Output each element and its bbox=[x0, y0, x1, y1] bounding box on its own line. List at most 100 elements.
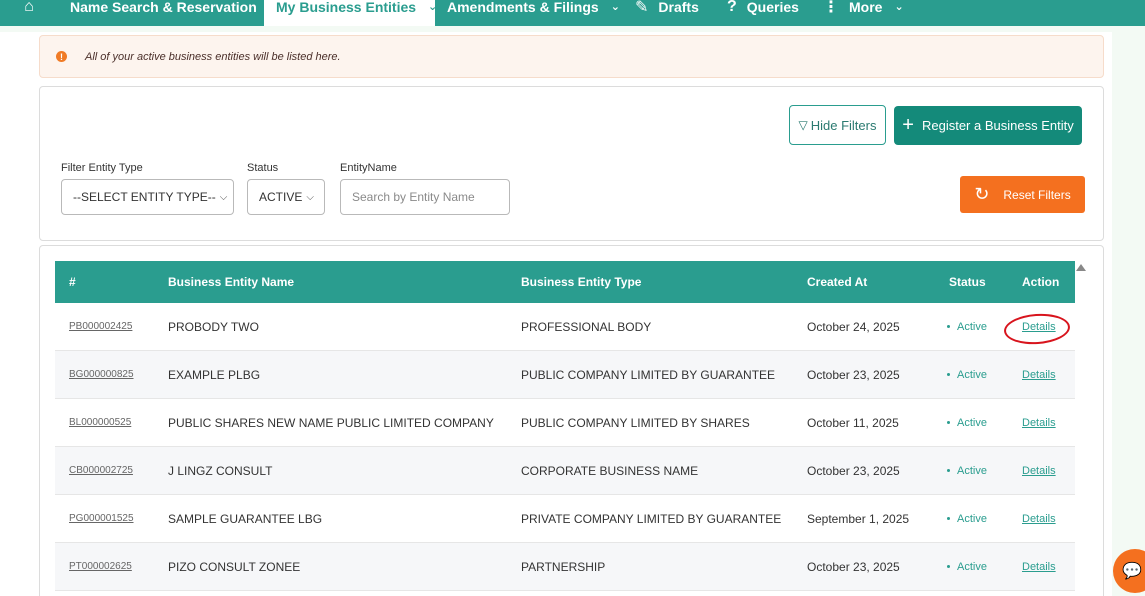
details-link[interactable]: Details bbox=[1022, 417, 1056, 429]
status-text: Active bbox=[957, 368, 987, 381]
refresh-icon: ↻ bbox=[974, 184, 990, 204]
status-text: Active bbox=[957, 416, 987, 429]
details-link[interactable]: Details bbox=[1022, 561, 1056, 573]
entity-name: PUBLIC SHARES NEW NAME PUBLIC LIMITED CO… bbox=[168, 415, 494, 430]
status-text: Active bbox=[957, 464, 987, 477]
created-at: October 23, 2025 bbox=[807, 367, 900, 382]
entity-type: PROFESSIONAL BODY bbox=[521, 319, 652, 334]
chevron-down-icon: ⌵ bbox=[219, 191, 228, 203]
nav-label: More bbox=[849, 0, 883, 15]
chevron-down-icon: ⌄ bbox=[610, 0, 620, 13]
details-link[interactable]: Details bbox=[1022, 465, 1056, 477]
entity-name: PROBODY TWO bbox=[168, 319, 259, 334]
nav-label: Name Search & Reservation bbox=[70, 0, 257, 15]
home-nav[interactable]: ⌂ bbox=[0, 0, 58, 26]
chat-icon: 💬 bbox=[1122, 563, 1142, 580]
reset-filters-label: Reset Filters bbox=[1003, 187, 1071, 202]
entity-name: EXAMPLE PLBG bbox=[168, 367, 261, 382]
entity-id-link[interactable]: CB000002725 bbox=[69, 465, 133, 476]
entity-type: PARTNERSHIP bbox=[521, 559, 606, 574]
nav-my-business-entities[interactable]: My Business Entities ⌄ bbox=[264, 0, 437, 26]
table-row: PB000002425 PROBODY TWO PROFESSIONAL BOD… bbox=[55, 303, 1075, 351]
home-icon: ⌂ bbox=[24, 0, 34, 15]
entity-type-label: Filter Entity Type bbox=[61, 162, 143, 174]
entity-name: PIZO CONSULT ZONEE bbox=[168, 559, 301, 574]
created-at: October 23, 2025 bbox=[807, 559, 900, 574]
column-header-status: Status bbox=[949, 275, 986, 289]
column-header-name: Business Entity Name bbox=[168, 275, 295, 289]
entities-table-panel: # Business Entity Name Business Entity T… bbox=[39, 245, 1104, 596]
more-vertical-icon: ⋮ bbox=[823, 0, 839, 16]
created-at: October 24, 2025 bbox=[807, 319, 900, 334]
scroll-up-arrow[interactable] bbox=[1076, 264, 1086, 271]
details-link[interactable]: Details bbox=[1022, 513, 1056, 525]
plus-icon: + bbox=[902, 114, 914, 136]
status-badge: Active bbox=[947, 303, 987, 350]
status-badge: Active bbox=[947, 399, 987, 446]
nav-label: Amendments & Filings bbox=[447, 0, 599, 15]
hide-filters-button[interactable]: ▽ Hide Filters bbox=[789, 105, 886, 145]
entity-type-value: --SELECT ENTITY TYPE-- bbox=[73, 190, 216, 204]
nav-name-search[interactable]: Name Search & Reservation ⌄ bbox=[58, 0, 278, 26]
nav-more[interactable]: ⋮ More ⌄ bbox=[811, 0, 907, 26]
nav-amendments-filings[interactable]: Amendments & Filings ⌄ bbox=[435, 0, 623, 26]
table-row: CB000002725 J LINGZ CONSULT CORPORATE BU… bbox=[55, 447, 1075, 495]
edit-icon: ✎ bbox=[635, 0, 649, 16]
column-header-created: Created At bbox=[807, 275, 868, 289]
entity-id-link[interactable]: BG000000825 bbox=[69, 369, 134, 380]
status-select[interactable]: ACTIVE ⌵ bbox=[247, 179, 325, 215]
status-text: Active bbox=[957, 560, 987, 573]
table-row: PG000001525 SAMPLE GUARANTEE LBG PRIVATE… bbox=[55, 495, 1075, 543]
register-entity-button[interactable]: + Register a Business Entity bbox=[894, 106, 1082, 145]
chevron-down-icon: ⌵ bbox=[306, 191, 314, 203]
filter-panel: ▽ Hide Filters + Register a Business Ent… bbox=[39, 86, 1104, 241]
hide-filters-label: Hide Filters bbox=[810, 117, 877, 133]
status-badge: Active bbox=[947, 495, 987, 542]
created-at: October 11, 2025 bbox=[807, 415, 899, 430]
top-navigation: ⌂ Name Search & Reservation ⌄ My Busines… bbox=[0, 0, 1145, 26]
entity-id-link[interactable]: PT000002625 bbox=[69, 561, 132, 572]
column-header-type: Business Entity Type bbox=[521, 275, 642, 289]
warning-icon: ! bbox=[56, 51, 67, 62]
column-header-number: # bbox=[69, 275, 76, 289]
register-entity-label: Register a Business Entity bbox=[921, 118, 1074, 133]
nav-label: Queries bbox=[746, 0, 799, 15]
created-at: October 23, 2025 bbox=[807, 463, 900, 478]
nav-drafts[interactable]: ✎ Drafts bbox=[623, 0, 715, 26]
entity-name-label: EntityName bbox=[340, 162, 397, 174]
status-label: Status bbox=[247, 162, 279, 174]
entity-id-link[interactable]: PB000002425 bbox=[69, 321, 132, 332]
status-badge: Active bbox=[947, 447, 987, 494]
table-row: PT000002625 PIZO CONSULT ZONEE PARTNERSH… bbox=[55, 543, 1075, 591]
reset-filters-button[interactable]: ↻ Reset Filters bbox=[960, 176, 1085, 213]
table-header: # Business Entity Name Business Entity T… bbox=[55, 261, 1075, 303]
entity-id-link[interactable]: PG000001525 bbox=[69, 513, 134, 524]
entity-name: SAMPLE GUARANTEE LBG bbox=[168, 511, 323, 526]
alert-message: All of your active business entities wil… bbox=[85, 50, 341, 63]
table-row: BL000000525 PUBLIC SHARES NEW NAME PUBLI… bbox=[55, 399, 1075, 447]
entity-name-search-input[interactable] bbox=[340, 179, 510, 215]
status-badge: Active bbox=[947, 543, 987, 590]
column-header-action: Action bbox=[1022, 275, 1060, 289]
table-row: BG000000825 EXAMPLE PLBG PUBLIC COMPANY … bbox=[55, 351, 1075, 399]
entity-type-select[interactable]: --SELECT ENTITY TYPE-- ⌵ bbox=[61, 179, 234, 215]
status-text: Active bbox=[957, 320, 987, 333]
entity-id-link[interactable]: BL000000525 bbox=[69, 417, 131, 428]
nav-label: My Business Entities bbox=[276, 0, 417, 15]
entity-type: PUBLIC COMPANY LIMITED BY GUARANTEE bbox=[521, 367, 776, 382]
info-alert: ! All of your active business entities w… bbox=[39, 35, 1104, 78]
nav-label: Drafts bbox=[658, 0, 699, 15]
created-at: September 1, 2025 bbox=[807, 511, 910, 526]
question-icon: ? bbox=[727, 0, 737, 15]
entity-name: J LINGZ CONSULT bbox=[168, 463, 273, 478]
entity-type: PUBLIC COMPANY LIMITED BY SHARES bbox=[521, 415, 750, 430]
entity-type: CORPORATE BUSINESS NAME bbox=[521, 463, 699, 478]
details-link[interactable]: Details bbox=[1022, 369, 1056, 381]
chevron-down-icon: ⌄ bbox=[894, 0, 904, 13]
nav-queries[interactable]: ? Queries bbox=[715, 0, 811, 26]
status-text: Active bbox=[957, 512, 987, 525]
entity-type: PRIVATE COMPANY LIMITED BY GUARANTEE bbox=[521, 511, 782, 526]
status-badge: Active bbox=[947, 351, 987, 398]
filter-icon: ▽ bbox=[798, 118, 808, 132]
status-value: ACTIVE bbox=[259, 190, 303, 204]
